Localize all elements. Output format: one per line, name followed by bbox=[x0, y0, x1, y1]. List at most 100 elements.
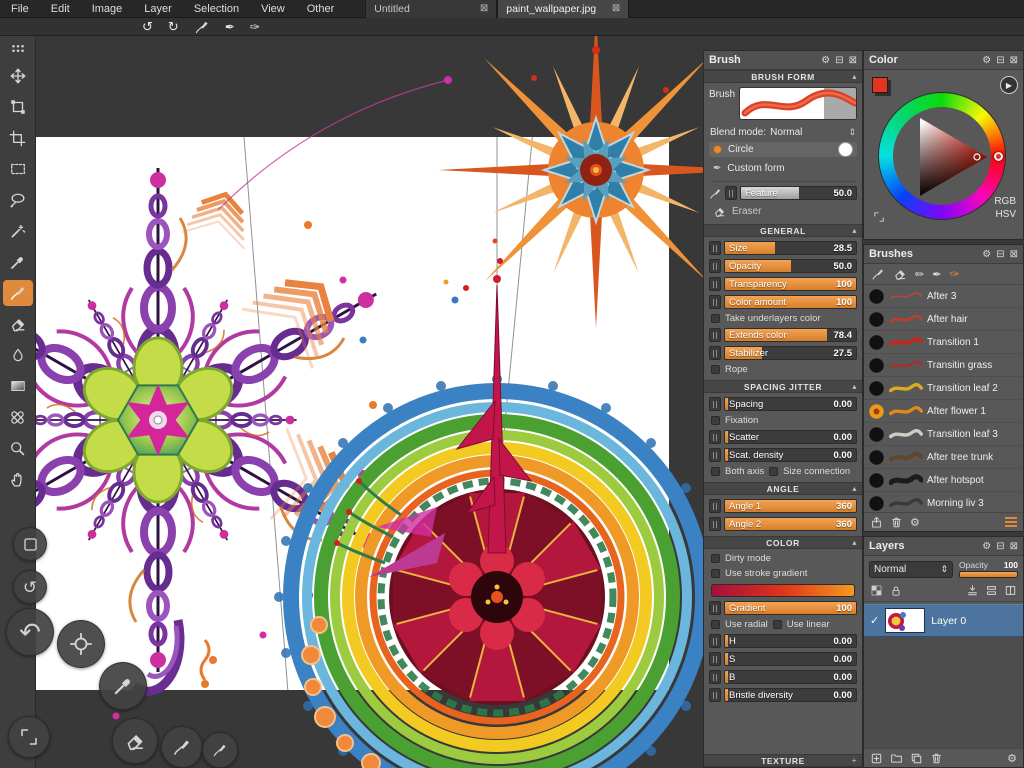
quick-brush-2-button[interactable] bbox=[202, 732, 238, 768]
layer-list-empty-area[interactable] bbox=[864, 637, 1023, 748]
gear-icon[interactable]: ⚙ bbox=[1007, 752, 1017, 765]
marquee-select-tool[interactable] bbox=[3, 156, 33, 182]
gear-icon[interactable]: ⚙ bbox=[982, 249, 991, 260]
checkbox-fixation[interactable]: Fixation bbox=[704, 415, 862, 426]
collapse-icon[interactable]: ▴ bbox=[852, 382, 857, 391]
slider-opacity[interactable]: Opacity50.0 bbox=[704, 259, 862, 273]
tab-untitled[interactable]: Untitled ⊠ bbox=[365, 0, 497, 18]
undo-icon[interactable]: ↺ bbox=[142, 19, 153, 35]
checkbox[interactable] bbox=[769, 467, 778, 476]
layer-row-0[interactable]: ✓ Layer 0 bbox=[864, 604, 1023, 637]
checkbox-both-axis[interactable]: Both axis bbox=[711, 466, 764, 477]
import-icon[interactable] bbox=[870, 516, 883, 529]
checkbox-size-connection[interactable]: Size connection bbox=[769, 466, 850, 477]
transform-tool[interactable] bbox=[3, 94, 33, 120]
zoom-tool[interactable] bbox=[3, 435, 33, 461]
trash-icon[interactable] bbox=[890, 516, 903, 529]
brush-list-item[interactable]: After hair bbox=[864, 308, 1023, 331]
menu-other[interactable]: Other bbox=[296, 0, 346, 17]
slider-brightness[interactable]: B0.00 bbox=[704, 670, 862, 684]
hand-tool[interactable] bbox=[3, 466, 33, 492]
gradient-tool[interactable] bbox=[3, 373, 33, 399]
folder-icon[interactable] bbox=[890, 752, 903, 765]
section-color[interactable]: COLOR ▴ bbox=[704, 536, 862, 549]
patch-tool[interactable] bbox=[3, 404, 33, 430]
section-general[interactable]: GENERAL ▴ bbox=[704, 224, 862, 237]
canvas-surface[interactable] bbox=[36, 36, 703, 768]
slider-stabilizer[interactable]: Stabilizer27.5 bbox=[704, 346, 862, 360]
panel-menu-button[interactable] bbox=[3, 40, 33, 58]
checkbox[interactable] bbox=[711, 554, 720, 563]
slider-scat-density[interactable]: Scat. density0.00 bbox=[704, 448, 862, 462]
close-icon[interactable]: ⊠ bbox=[1010, 55, 1018, 66]
merge-down-icon[interactable] bbox=[966, 584, 979, 597]
paint-brush-tool[interactable] bbox=[3, 280, 33, 306]
rotate-canvas-button[interactable]: ↺ bbox=[13, 570, 47, 604]
eyedropper-tool[interactable] bbox=[3, 249, 33, 275]
slider-scatter[interactable]: Scatter0.00 bbox=[704, 430, 862, 444]
sort-arrows-icon[interactable]: ⇕ bbox=[848, 127, 856, 138]
checkbox-dirty-mode[interactable]: Dirty mode bbox=[704, 553, 862, 564]
slider-color-amount[interactable]: Color amount100 bbox=[704, 295, 862, 309]
brush-list-item[interactable]: After hotspot bbox=[864, 469, 1023, 492]
checkbox-take-underlayers[interactable]: Take underlayers color bbox=[704, 313, 862, 324]
collapse-icon[interactable]: ▴ bbox=[852, 484, 857, 493]
menu-layer[interactable]: Layer bbox=[133, 0, 183, 17]
brush-list-item[interactable]: Transition leaf 2 bbox=[864, 377, 1023, 400]
duplicate-icon[interactable] bbox=[910, 752, 923, 765]
sv-triangle[interactable] bbox=[893, 107, 993, 207]
close-icon[interactable]: ⊠ bbox=[1010, 541, 1018, 552]
brush-stroke-preview[interactable] bbox=[739, 87, 857, 120]
eraser-icon[interactable] bbox=[893, 267, 907, 281]
minimize-icon[interactable]: ⊟ bbox=[996, 249, 1004, 260]
minimize-icon[interactable]: ⊟ bbox=[835, 55, 843, 66]
menu-selection[interactable]: Selection bbox=[183, 0, 250, 17]
frame-icon[interactable] bbox=[873, 211, 885, 223]
close-icon[interactable]: ⊠ bbox=[1010, 249, 1018, 260]
checkbox-use-linear[interactable]: Use linear bbox=[773, 619, 830, 630]
lasso-tool[interactable] bbox=[3, 187, 33, 213]
move-tool[interactable] bbox=[3, 63, 33, 89]
brush-list-item[interactable]: After flower 1 bbox=[864, 400, 1023, 423]
quick-brush-button[interactable] bbox=[161, 726, 203, 768]
close-icon[interactable]: ⊠ bbox=[849, 55, 857, 66]
brushes-panel-header[interactable]: Brushes ⚙ ⊟ ⊠ bbox=[864, 245, 1023, 264]
brush-list-item[interactable]: Transitin grass bbox=[864, 354, 1023, 377]
slider-angle-2[interactable]: Angle 2360 bbox=[704, 517, 862, 531]
quick-shape-button[interactable] bbox=[13, 527, 47, 561]
minimize-icon[interactable]: ⊟ bbox=[996, 541, 1004, 552]
magic-wand-tool[interactable] bbox=[3, 218, 33, 244]
visibility-check-icon[interactable]: ✓ bbox=[870, 614, 879, 627]
brush-icon[interactable] bbox=[871, 267, 885, 281]
gear-icon[interactable]: ⚙ bbox=[982, 55, 991, 66]
brush-list-item[interactable]: After tree trunk bbox=[864, 446, 1023, 469]
lock-icon[interactable] bbox=[890, 585, 902, 597]
layers-panel-header[interactable]: Layers ⚙ ⊟ ⊠ bbox=[864, 537, 1023, 556]
hue-selector[interactable] bbox=[994, 152, 1003, 161]
checkbox-use-stroke-gradient[interactable]: Use stroke gradient bbox=[704, 568, 862, 579]
quick-eraser-button[interactable] bbox=[112, 718, 158, 764]
hue-ring[interactable] bbox=[878, 92, 1006, 220]
menu-view[interactable]: View bbox=[250, 0, 296, 17]
wet-paint-tool[interactable] bbox=[3, 342, 33, 368]
columns-icon[interactable] bbox=[1004, 584, 1017, 597]
brush-shape-circle[interactable]: Circle bbox=[709, 142, 857, 157]
gear-icon[interactable]: ⚙ bbox=[821, 55, 830, 66]
section-texture[interactable]: TEXTURE + bbox=[704, 754, 862, 767]
slider-feature[interactable]: Feature 50.0 bbox=[704, 186, 862, 200]
close-icon[interactable]: ⊠ bbox=[612, 3, 620, 14]
blend-mode-row[interactable]: Blend mode: Normal ⇕ bbox=[704, 127, 862, 138]
calligraphy-icon[interactable]: ✑ bbox=[250, 19, 260, 35]
slider-spacing[interactable]: Spacing0.00 bbox=[704, 397, 862, 411]
menu-file[interactable]: File bbox=[0, 0, 40, 17]
crop-tool[interactable] bbox=[3, 125, 33, 151]
menu-image[interactable]: Image bbox=[81, 0, 134, 17]
checkbox[interactable] bbox=[711, 314, 720, 323]
brush-list-item[interactable]: Transition leaf 3 bbox=[864, 423, 1023, 446]
slider-gradient[interactable]: Gradient100 bbox=[704, 601, 862, 615]
section-spacing-jitter[interactable]: SPACING JITTER ▴ bbox=[704, 380, 862, 393]
stack-icon[interactable] bbox=[985, 584, 998, 597]
checkbox[interactable] bbox=[711, 467, 720, 476]
brush-icon[interactable] bbox=[194, 19, 210, 35]
redo-icon[interactable]: ↻ bbox=[168, 19, 179, 35]
